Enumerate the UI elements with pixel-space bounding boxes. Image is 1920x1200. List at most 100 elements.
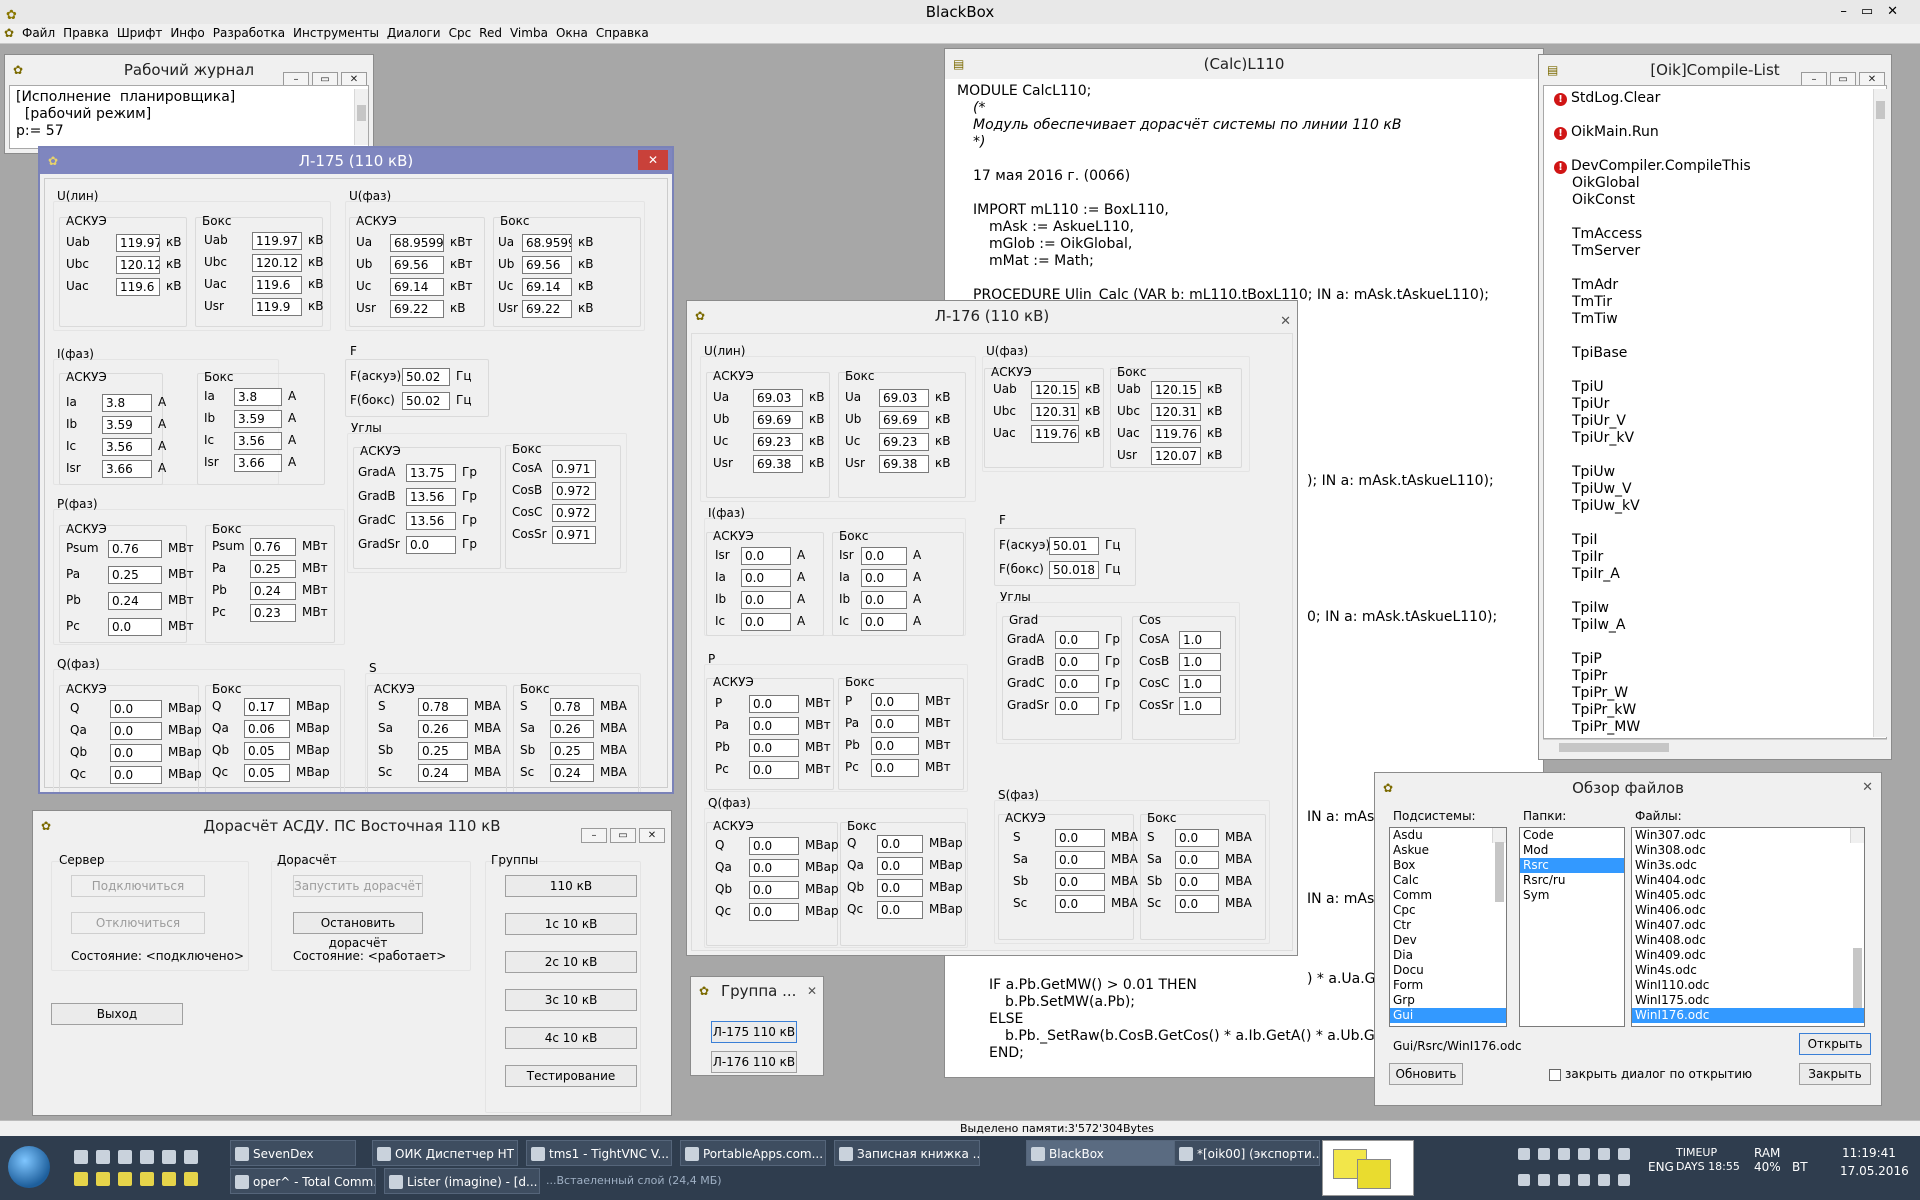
quick-launch-icon[interactable] xyxy=(184,1172,198,1186)
taskbar-app-button[interactable]: PortableApps.com... xyxy=(680,1140,826,1166)
list-item[interactable]: Mod xyxy=(1520,843,1624,858)
value-field[interactable]: 13.56 xyxy=(406,512,456,530)
list-item[interactable]: Win307.odc xyxy=(1632,828,1864,843)
quick-launch-icon[interactable] xyxy=(74,1172,88,1186)
start-calc-button[interactable]: Запустить дорасчёт xyxy=(293,875,423,897)
compile-item[interactable]: TpiPr_W xyxy=(1554,685,1880,702)
value-field[interactable]: 0.0 xyxy=(871,693,919,711)
vertical-scrollbar[interactable] xyxy=(354,89,368,145)
disconnect-button[interactable]: Отключиться xyxy=(71,912,205,934)
compile-item[interactable]: TpiIr_A xyxy=(1554,566,1880,583)
value-field[interactable]: 68.9599 xyxy=(390,234,444,252)
value-field[interactable]: 120.31 xyxy=(1151,403,1201,421)
value-field[interactable]: 3.56 xyxy=(102,438,152,456)
value-field[interactable]: 1.0 xyxy=(1179,697,1221,715)
value-field[interactable]: 0.972 xyxy=(552,504,596,522)
value-field[interactable]: 0.0 xyxy=(749,695,799,713)
value-field[interactable]: 0.17 xyxy=(244,698,290,716)
quick-launch-icon[interactable] xyxy=(118,1172,132,1186)
value-field[interactable]: 0.76 xyxy=(250,538,296,556)
list-item[interactable]: WinI110.odc xyxy=(1632,978,1864,993)
value-field[interactable]: 69.14 xyxy=(522,278,572,296)
compile-item[interactable]: TmTir xyxy=(1554,294,1880,311)
group-button[interactable]: 4с 10 кВ xyxy=(505,1027,637,1049)
taskbar-app-button[interactable]: Записная книжка ... xyxy=(834,1140,980,1166)
value-field[interactable]: 1.0 xyxy=(1179,653,1221,671)
tray-icon[interactable] xyxy=(1538,1174,1550,1186)
value-field[interactable]: 50.02 xyxy=(402,368,450,386)
compile-list[interactable]: ! StdLog.Clear! OikMain.Run! DevCompiler.Co… xyxy=(1543,85,1887,739)
list-item[interactable]: Ctr xyxy=(1390,918,1506,933)
value-field[interactable]: 0.0 xyxy=(877,879,923,897)
taskbar-app-button[interactable]: Lister (imagine) - [d... xyxy=(384,1168,540,1194)
value-field[interactable]: 0.0 xyxy=(861,547,907,565)
value-field[interactable]: 0.0 xyxy=(406,536,456,554)
value-field[interactable]: 0.0 xyxy=(877,901,923,919)
value-field[interactable]: 13.75 xyxy=(406,464,456,482)
value-field[interactable]: 0.0 xyxy=(1055,873,1105,891)
quick-launch-icon[interactable] xyxy=(74,1150,88,1164)
value-field[interactable]: 0.0 xyxy=(110,700,162,718)
list-item[interactable]: Win4s.odc xyxy=(1632,963,1864,978)
open-button[interactable]: Открыть xyxy=(1799,1033,1871,1055)
value-field[interactable]: 3.59 xyxy=(102,416,152,434)
value-field[interactable]: 69.22 xyxy=(522,300,572,318)
value-field[interactable]: 69.38 xyxy=(879,455,929,473)
value-field[interactable]: 0.26 xyxy=(418,720,468,738)
tray-icon[interactable] xyxy=(1578,1174,1590,1186)
compile-item[interactable]: TpiPr_kW xyxy=(1554,702,1880,719)
value-field[interactable]: 119.76 xyxy=(1031,425,1079,443)
tray-icon[interactable] xyxy=(1618,1148,1630,1160)
value-field[interactable]: 0.25 xyxy=(550,742,594,760)
close-icon[interactable]: ✕ xyxy=(638,150,668,170)
compile-item[interactable]: TpiUw_kV xyxy=(1554,498,1880,515)
value-field[interactable]: 120.15 xyxy=(1031,381,1079,399)
list-item[interactable]: Win405.odc xyxy=(1632,888,1864,903)
list-item[interactable]: Box xyxy=(1390,858,1506,873)
value-field[interactable]: 119.6 xyxy=(116,278,160,296)
menu-item[interactable]: Диалоги xyxy=(387,26,441,40)
value-field[interactable]: 0.0 xyxy=(1055,697,1099,715)
value-field[interactable]: 119.97 xyxy=(116,234,160,252)
value-field[interactable]: 3.8 xyxy=(234,388,282,406)
value-field[interactable]: 120.07 xyxy=(1151,447,1201,465)
list-item[interactable]: Win409.odc xyxy=(1632,948,1864,963)
compile-item[interactable]: ! OikMain.Run xyxy=(1554,124,1880,141)
list-item[interactable]: Grp xyxy=(1390,993,1506,1008)
value-field[interactable]: 50.02 xyxy=(402,392,450,410)
taskbar-app-button[interactable]: SevenDex xyxy=(230,1140,356,1166)
value-field[interactable]: 0.76 xyxy=(108,540,162,558)
tray-icon[interactable] xyxy=(1598,1148,1610,1160)
quick-launch-icon[interactable] xyxy=(118,1150,132,1164)
menu-item[interactable]: Файл xyxy=(22,26,55,40)
list-item[interactable]: Asdu xyxy=(1390,828,1506,843)
taskbar-app-button[interactable]: *[oik00] (экспорти... xyxy=(1174,1140,1320,1166)
value-field[interactable]: 1.0 xyxy=(1179,675,1221,693)
vertical-scrollbar[interactable] xyxy=(1850,828,1864,1008)
list-item[interactable]: Win404.odc xyxy=(1632,873,1864,888)
compile-item[interactable]: TmServer xyxy=(1554,243,1880,260)
value-field[interactable]: 0.0 xyxy=(741,569,791,587)
value-field[interactable]: 69.56 xyxy=(390,256,444,274)
quick-launch-icon[interactable] xyxy=(162,1150,176,1164)
value-field[interactable]: 0.0 xyxy=(1055,631,1099,649)
list-item[interactable]: Docu xyxy=(1390,963,1506,978)
value-field[interactable]: 0.78 xyxy=(418,698,468,716)
close-on-open-checkbox[interactable] xyxy=(1549,1069,1561,1081)
files-list[interactable]: Win307.odc Win308.odc Win3s.odc Win404.odc W… xyxy=(1631,827,1865,1027)
menu-item[interactable]: Справка xyxy=(596,26,649,40)
value-field[interactable]: 0.0 xyxy=(1175,895,1219,913)
compile-item[interactable]: TpiU xyxy=(1554,379,1880,396)
menu-item[interactable]: Red xyxy=(479,26,502,40)
value-field[interactable]: 0.0 xyxy=(1055,653,1099,671)
taskbar-app-button[interactable]: ОИК Диспетчер НТ xyxy=(372,1140,518,1166)
compile-item[interactable]: TpiBase xyxy=(1554,345,1880,362)
list-item[interactable]: Win3s.odc xyxy=(1632,858,1864,873)
menu-item[interactable]: Правка xyxy=(63,26,109,40)
value-field[interactable]: 0.0 xyxy=(861,569,907,587)
compile-item[interactable]: TpiPr_MW xyxy=(1554,719,1880,736)
list-item[interactable]: Rsrc/ru xyxy=(1520,873,1624,888)
list-item[interactable]: Rsrc xyxy=(1520,858,1624,873)
menu-item[interactable]: Vimba xyxy=(510,26,548,40)
value-field[interactable]: 0.0 xyxy=(108,618,162,636)
